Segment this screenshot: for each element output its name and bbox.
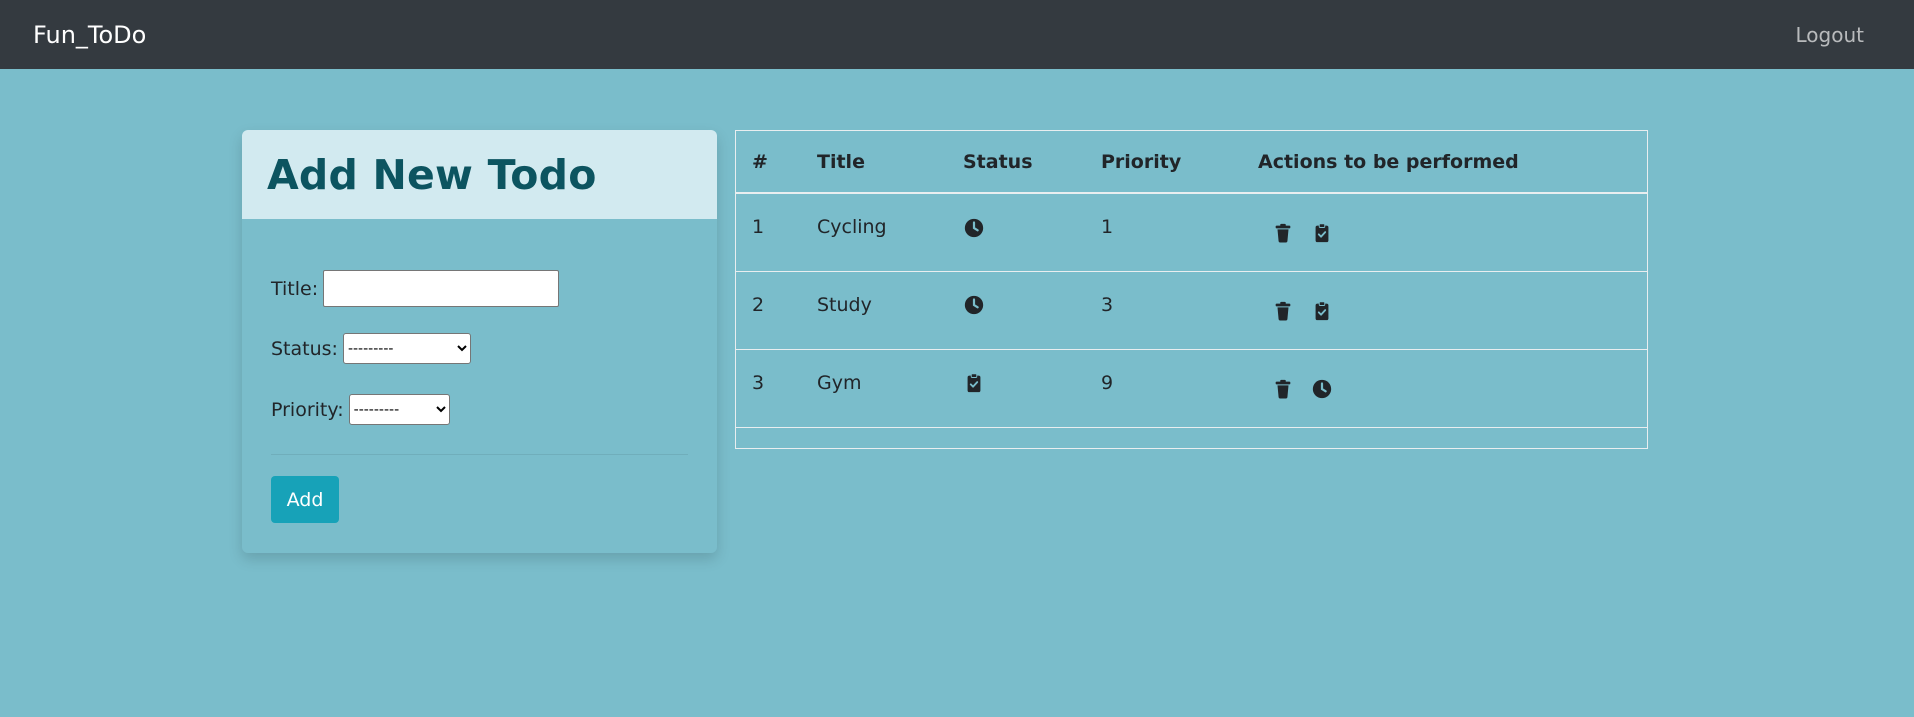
table-body: 1 Cycling 1 2 Study 3 3 Gym 9 [736,193,1647,428]
clipboard-check-icon [963,372,985,394]
trash-icon[interactable] [1272,378,1294,400]
row-actions [1242,193,1647,272]
clock-icon[interactable] [1311,378,1333,400]
top-navbar: Fun_ToDo Logout [0,0,1914,69]
row-priority: 3 [1085,271,1242,350]
table-row: 1 Cycling 1 [736,193,1647,272]
priority-label: Priority: [271,398,344,421]
status-select[interactable]: --------- [342,333,471,364]
todo-table: # Title Status Priority Actions to be pe… [736,131,1647,428]
form-divider [271,454,688,455]
row-actions [1242,271,1647,350]
row-title: Gym [801,349,947,428]
trash-icon[interactable] [1272,300,1294,322]
add-todo-card: Add New Todo Title: Status: --------- Pr… [242,130,717,553]
title-input[interactable] [323,270,560,307]
row-status [947,193,1085,272]
priority-select[interactable]: --------- [348,394,450,425]
title-label: Title: [271,277,319,300]
row-number: 1 [736,193,801,272]
clipboard-check-icon[interactable] [1311,222,1333,244]
row-status [947,349,1085,428]
table-row: 3 Gym 9 [736,349,1647,428]
todo-table-container: # Title Status Priority Actions to be pe… [735,130,1648,449]
add-button[interactable]: Add [271,476,339,523]
clock-icon [963,294,985,316]
row-priority: 9 [1085,349,1242,428]
clipboard-check-icon[interactable] [1311,300,1333,322]
priority-row: Priority: --------- [271,394,450,425]
table-header-row: # Title Status Priority Actions to be pe… [736,131,1647,194]
card-title: Add New Todo [267,150,597,199]
row-number: 2 [736,271,801,350]
status-row: Status: --------- [271,333,471,364]
clock-icon [963,217,985,239]
brand-link[interactable]: Fun_ToDo [33,21,146,49]
logout-link[interactable]: Logout [1796,23,1864,47]
row-number: 3 [736,349,801,428]
trash-icon[interactable] [1272,222,1294,244]
row-priority: 1 [1085,193,1242,272]
row-title: Cycling [801,193,947,272]
table-row: 2 Study 3 [736,271,1647,350]
card-header: Add New Todo [242,130,717,219]
header-number: # [736,131,801,194]
row-title: Study [801,271,947,350]
header-actions: Actions to be performed [1242,131,1647,194]
row-actions [1242,349,1647,428]
status-label: Status: [271,337,338,360]
title-row: Title: [271,270,560,307]
header-priority: Priority [1085,131,1242,194]
header-status: Status [947,131,1085,194]
row-status [947,271,1085,350]
header-title: Title [801,131,947,194]
